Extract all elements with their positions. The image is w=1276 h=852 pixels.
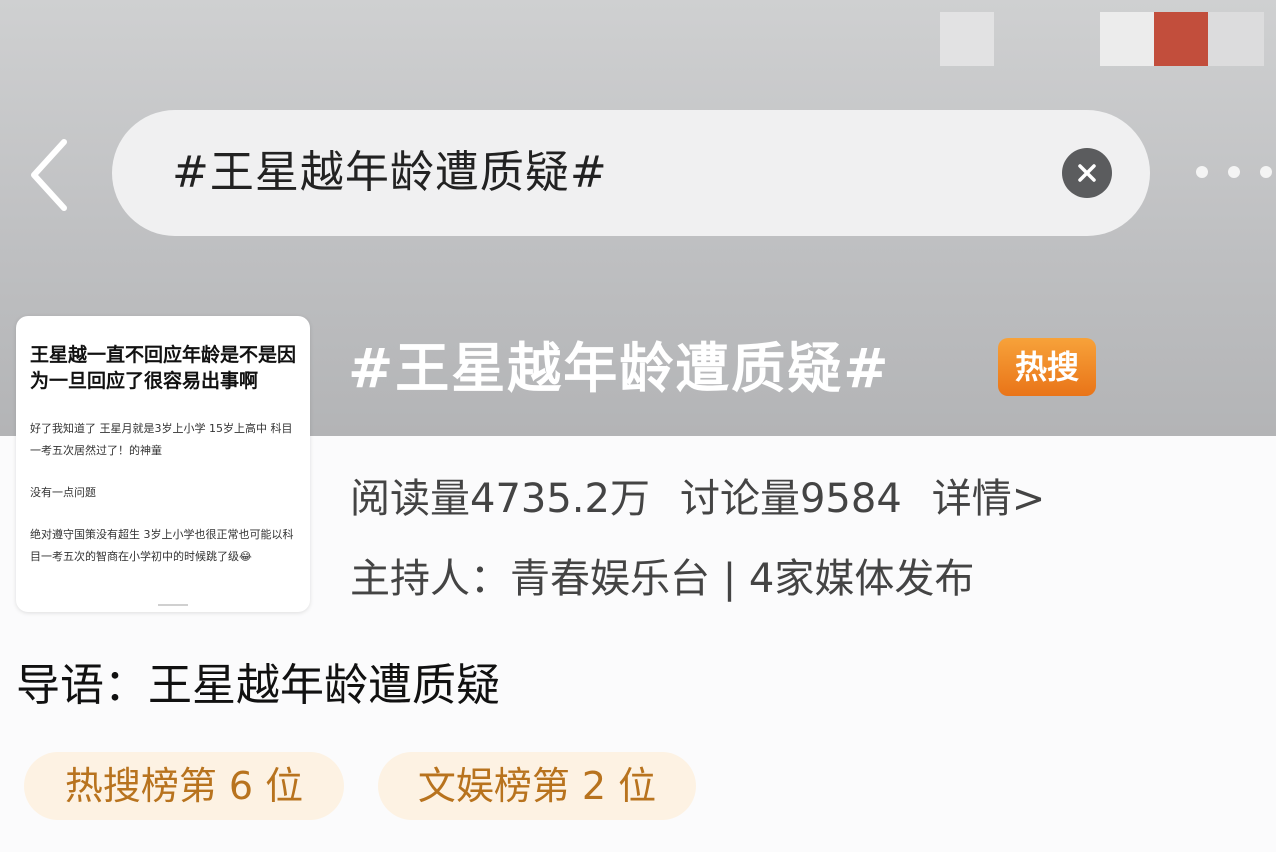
hot-badge: 热搜: [998, 338, 1096, 396]
search-bar[interactable]: #王星越年龄遭质疑#: [112, 110, 1150, 236]
topic-lead: 导语：王星越年龄遭质疑: [16, 660, 500, 711]
thumbnail-body: 好了我知道了 王星月就是3岁上小学 15岁上高中 科目一考五次居然过了！的神童 …: [30, 418, 300, 568]
thumbnail-divider: [158, 604, 188, 606]
back-arrow-icon[interactable]: [26, 138, 76, 212]
thumbnail-title: 王星越一直不回应年龄是不是因为一旦回应了很容易出事啊: [30, 344, 297, 392]
host-info[interactable]: 主持人：青春娱乐台 | 4家媒体发布: [350, 554, 974, 604]
topic-thumbnail[interactable]: 王星越一直不回应年龄是不是因为一旦回应了很容易出事啊 好了我知道了 王星月就是3…: [16, 316, 310, 612]
hot-search-rank-tag[interactable]: 热搜榜第 6 位: [24, 752, 344, 820]
topic-stats: 阅读量4735.2万 讨论量9584 详情>: [350, 474, 1075, 524]
status-bar-block: [940, 12, 994, 66]
thumbnail-paragraph: 绝对遵守国策没有超生 3岁上小学也很正常也可能以科目一考五次的智商在小学初中的时…: [30, 528, 294, 563]
thumbnail-paragraph: 好了我知道了 王星月就是3岁上小学 15岁上高中 科目一考五次居然过了！的神童: [30, 422, 293, 457]
read-count: 阅读量4735.2万: [350, 476, 650, 522]
topic-title: #王星越年龄遭质疑#: [348, 337, 891, 400]
status-bar-indicators: [1100, 12, 1264, 66]
more-options-icon[interactable]: [1196, 162, 1272, 182]
entertainment-rank-tag[interactable]: 文娱榜第 2 位: [378, 752, 696, 820]
thumbnail-paragraph: 没有一点问题: [30, 486, 96, 499]
details-link[interactable]: 详情>: [932, 476, 1046, 522]
search-input[interactable]: #王星越年龄遭质疑#: [172, 148, 608, 198]
clear-icon[interactable]: [1062, 148, 1112, 198]
discussion-count: 讨论量9584: [679, 476, 902, 522]
